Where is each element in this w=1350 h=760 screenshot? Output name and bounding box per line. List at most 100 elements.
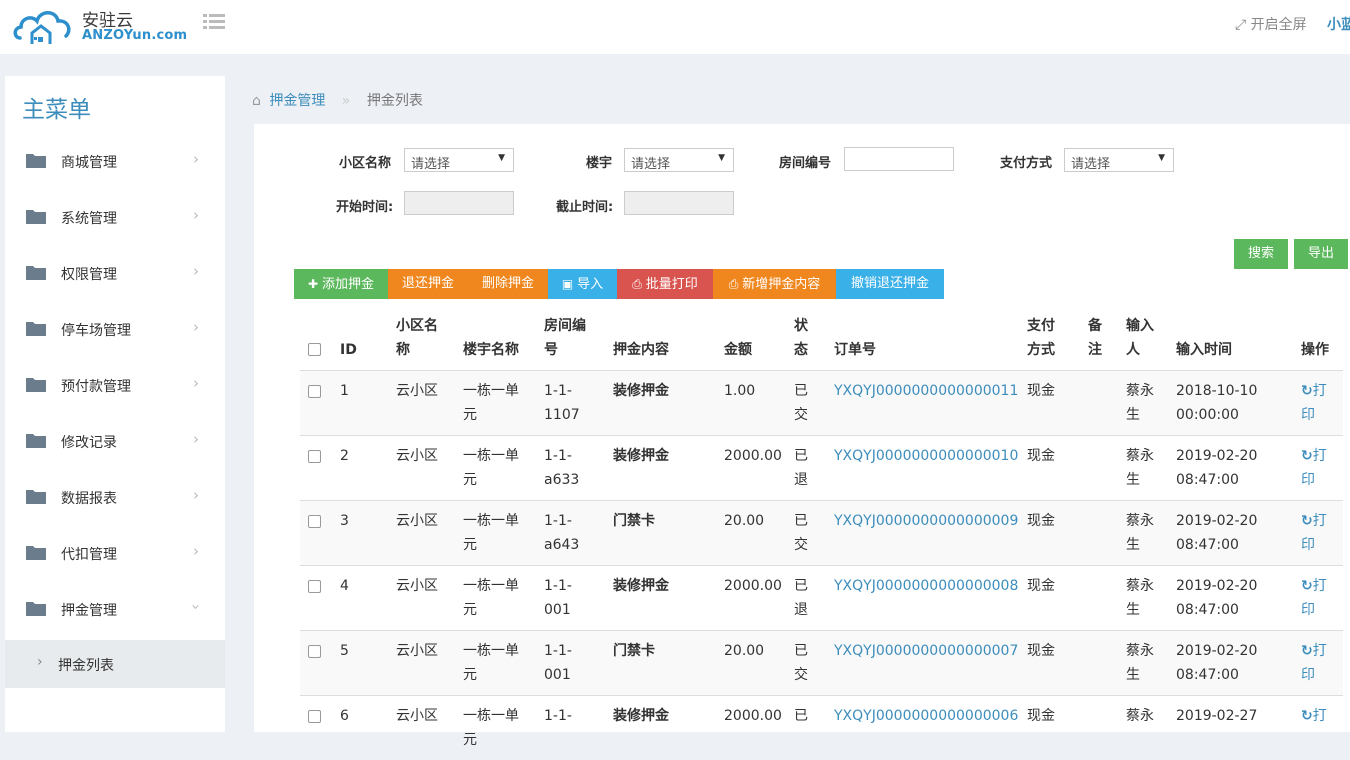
row-checkbox[interactable] (308, 580, 321, 593)
sidebar-item-label: 预付款管理 (61, 379, 131, 395)
payment-method-select[interactable]: 请选择 ▼ (1064, 148, 1174, 172)
import-button[interactable]: ▣ 导入 (548, 269, 617, 299)
row-checkbox[interactable] (308, 515, 321, 528)
menu-toggle-icon[interactable] (203, 13, 225, 31)
delete-deposit-button[interactable]: 删除押金 (468, 269, 548, 299)
community-select-value: 请选择 (411, 157, 451, 172)
cell-order[interactable]: YXQYJ0000000000000007 (834, 639, 1018, 663)
cell-order[interactable]: YXQYJ0000000000000009 (834, 509, 1018, 533)
sidebar-item-label: 权限管理 (61, 267, 117, 283)
sidebar-subitem-deposit-list[interactable]: › 押金列表 (5, 640, 225, 688)
column-header-operation: 操作 (1301, 342, 1329, 358)
fullscreen-button[interactable]: ⤢ 开启全屏 (1235, 14, 1307, 34)
cell-s: 已交 (794, 383, 808, 423)
cell-s: 已退 (794, 578, 808, 618)
cell-community: 云小区 (396, 643, 438, 659)
select-all-checkbox[interactable] (308, 343, 321, 356)
community-label: 小区名称 (339, 156, 392, 171)
cell-u: 蔡永 (1126, 708, 1154, 724)
cell-id: 2 (340, 448, 349, 464)
cell-amount: 1.00 (724, 383, 756, 399)
sidebar-item-reports[interactable]: 数据报表 › (5, 472, 225, 528)
sidebar-item-parking[interactable]: 停车场管理 › (5, 304, 225, 360)
cloud-house-logo-icon (13, 11, 71, 44)
batch-print-label: 批量打印 (645, 277, 698, 292)
row-print-link[interactable]: ↻打印 (1301, 574, 1333, 622)
sidebar-item-system[interactable]: 系统管理 › (5, 192, 225, 248)
search-button[interactable]: 搜索 (1234, 239, 1288, 269)
cell-order[interactable]: YXQYJ0000000000000006 (834, 704, 1018, 728)
chevron-right-icon: › (193, 206, 199, 224)
column-header-building: 楼宇名称 (463, 342, 519, 358)
end-time-input[interactable] (624, 191, 734, 215)
chevron-right-icon: › (37, 654, 43, 670)
fullscreen-label: 开启全屏 (1250, 17, 1307, 33)
row-checkbox[interactable] (308, 450, 321, 463)
room-number-input[interactable] (844, 147, 954, 171)
sidebar-item-permission[interactable]: 权限管理 › (5, 248, 225, 304)
printer-icon: ⎙ (632, 277, 642, 291)
sidebar-item-label: 系统管理 (61, 211, 117, 227)
sidebar-item-prepayment[interactable]: 预付款管理 › (5, 360, 225, 416)
sidebar-item-deposit[interactable]: 押金管理 › (5, 584, 225, 640)
row-print-link[interactable]: ↻打 (1301, 704, 1333, 728)
cell-id: 3 (340, 513, 349, 529)
chevron-down-icon: › (187, 604, 205, 610)
cell-order[interactable]: YXQYJ0000000000000011 (834, 379, 1018, 403)
cell-pay: 现金 (1027, 643, 1055, 659)
top-bar: 安驻云 ANZOYun.com ⤢ 开启全屏 小蓝 (0, 0, 1350, 54)
column-header-input-time: 输入时间 (1176, 342, 1232, 358)
refund-deposit-button[interactable]: 退还押金 (388, 269, 468, 299)
column-header-status: 状态 (794, 318, 808, 358)
cell-b: 一栋一单元 (463, 708, 519, 748)
table-row: 5 云小区 一栋一单元 1-1- 001 门禁卡 20.00 已交 YXQYJ000000000… (300, 630, 1343, 695)
table-row: 2 云小区 一栋一单元 1-1- a633 装修押金 2000.00 已退 YXQYJ00000… (300, 435, 1343, 500)
row-print-link[interactable]: ↻打印 (1301, 444, 1333, 492)
building-select[interactable]: 请选择 ▼ (624, 148, 734, 172)
cancel-refund-button[interactable]: 撤销退还押金 (836, 269, 944, 299)
chevron-right-icon: › (193, 262, 199, 280)
expand-icon: ⤢ (1235, 17, 1247, 33)
refresh-icon: ↻ (1301, 513, 1313, 529)
new-deposit-content-button[interactable]: ⎙ 新增押金内容 (713, 269, 836, 299)
cell-s: 已退 (794, 448, 808, 488)
logo[interactable]: 安驻云 ANZOYun.com (12, 2, 187, 48)
sidebar-subitem-label: 押金列表 (58, 658, 114, 674)
cell-s: 已 (794, 708, 808, 724)
cell-u: 蔡永生 (1126, 448, 1154, 488)
column-header-content: 押金内容 (613, 342, 669, 358)
row-checkbox[interactable] (308, 645, 321, 658)
cell-u: 蔡永生 (1126, 643, 1154, 683)
cell-order[interactable]: YXQYJ0000000000000008 (834, 574, 1018, 598)
cell-r: 1-1- (544, 708, 572, 724)
batch-print-button[interactable]: ⎙ 批量打印 (617, 269, 713, 299)
sidebar-item-withholding[interactable]: 代扣管理 › (5, 528, 225, 584)
folder-icon (26, 322, 46, 336)
start-time-input[interactable] (404, 191, 514, 215)
user-name[interactable]: 小蓝 (1327, 14, 1350, 34)
export-button[interactable]: 导出 (1294, 239, 1348, 269)
folder-icon (26, 154, 46, 168)
row-print-link[interactable]: ↻打印 (1301, 509, 1333, 557)
cell-t: 2019-02-27 (1176, 708, 1258, 724)
sidebar-item-change-log[interactable]: 修改记录 › (5, 416, 225, 472)
cell-amount: 20.00 (724, 513, 765, 529)
cell-order[interactable]: YXQYJ0000000000000010 (834, 444, 1018, 468)
column-header-room: 房间编号 (544, 318, 586, 358)
add-deposit-button[interactable]: ✚ 添加押金 (294, 269, 388, 299)
cell-id: 4 (340, 578, 349, 594)
community-select[interactable]: 请选择 ▼ (404, 148, 514, 172)
breadcrumb: ⌂ 押金管理 » 押金列表 (252, 90, 423, 110)
folder-icon (26, 434, 46, 448)
row-checkbox[interactable] (308, 385, 321, 398)
cell-r: 1-1- 001 (544, 643, 572, 683)
sidebar-item-mall[interactable]: 商城管理 › (5, 136, 225, 192)
row-print-link[interactable]: ↻打印 (1301, 639, 1333, 687)
cell-r: 1-1- 1107 (544, 383, 580, 423)
row-checkbox[interactable] (308, 710, 321, 723)
cell-amount: 2000.00 (724, 708, 782, 724)
cell-community: 云小区 (396, 708, 438, 724)
cell-id: 6 (340, 708, 349, 724)
breadcrumb-parent-link[interactable]: 押金管理 (269, 93, 325, 109)
row-print-link[interactable]: ↻打印 (1301, 379, 1333, 427)
